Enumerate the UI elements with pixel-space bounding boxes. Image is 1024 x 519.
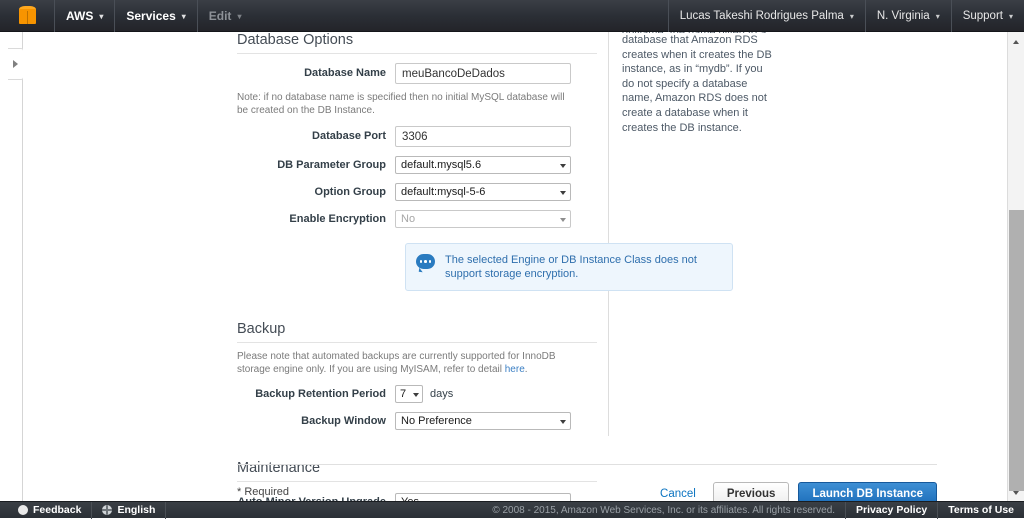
db-parameter-group-value: default.mysql5.6 (401, 159, 481, 171)
chevron-down-icon: ▾ (182, 12, 186, 21)
privacy-policy-link[interactable]: Privacy Policy (845, 502, 937, 519)
chevron-down-icon (560, 164, 566, 168)
nav-account-menu[interactable]: Lucas Takeshi Rodrigues Palma ▾ (668, 0, 865, 32)
backup-retention-row: Backup Retention Period 7 days (237, 385, 597, 403)
copyright-text: © 2008 - 2015, Amazon Web Services, Inc.… (482, 505, 845, 516)
page-scrollbar[interactable] (1007, 32, 1024, 501)
nav-region-label: N. Virginia (877, 10, 930, 22)
database-options-heading: Database Options (237, 32, 597, 54)
chevron-down-icon (560, 218, 566, 222)
help-panel-body: database that Amazon RDS creates when it… (622, 34, 772, 134)
nav-support-menu[interactable]: Support ▾ (951, 0, 1024, 32)
enable-encryption-label: Enable Encryption (237, 213, 395, 226)
database-name-input[interactable] (395, 63, 571, 84)
database-port-row: Database Port (237, 126, 597, 147)
database-name-note: Note: if no database name is specified t… (237, 91, 575, 117)
help-panel-clipped-line: dbName: the name given to a (622, 32, 773, 33)
backup-retention-label: Backup Retention Period (237, 388, 395, 401)
feedback-label: Feedback (33, 504, 81, 516)
nav-edit-menu[interactable]: Edit ▾ (197, 0, 253, 32)
cancel-button[interactable]: Cancel (652, 488, 704, 500)
db-parameter-group-select[interactable]: default.mysql5.6 (395, 156, 571, 174)
sidebar-rail (0, 32, 23, 501)
nav-support-label: Support (963, 10, 1003, 22)
launch-db-instance-button[interactable]: Launch DB Instance (798, 482, 937, 501)
speech-bubble-icon (18, 505, 28, 515)
encryption-callout-text: The selected Engine or DB Instance Class… (445, 253, 722, 281)
actions-divider (237, 464, 937, 465)
chevron-down-icon: ▾ (936, 12, 940, 21)
enable-encryption-row: Enable Encryption No (237, 210, 597, 228)
chevron-down-icon: ▾ (237, 12, 241, 21)
aws-rds-cube-icon (19, 6, 36, 25)
chevron-down-icon: ▾ (99, 12, 103, 21)
scrollbar-thumb[interactable] (1009, 210, 1024, 491)
globe-icon (102, 505, 112, 515)
language-button[interactable]: English (92, 502, 166, 519)
backup-window-label: Backup Window (237, 415, 395, 428)
option-group-value: default:mysql-5-6 (401, 186, 485, 198)
nav-services-menu[interactable]: Services ▾ (114, 0, 196, 32)
database-name-label: Database Name (237, 67, 395, 80)
nav-region-menu[interactable]: N. Virginia ▾ (865, 0, 951, 32)
backup-window-value: No Preference (401, 415, 472, 427)
caret-down-icon (1013, 491, 1019, 495)
chevron-down-icon (560, 420, 566, 424)
nav-aws-menu[interactable]: AWS ▾ (54, 0, 114, 32)
auto-minor-version-select[interactable]: Yes (395, 493, 571, 501)
info-speech-bubble-icon (416, 254, 435, 269)
nav-right-group: Lucas Takeshi Rodrigues Palma ▾ N. Virgi… (668, 0, 1024, 32)
chevron-down-icon (560, 191, 566, 195)
chevron-down-icon: ▾ (850, 12, 854, 21)
nav-edit-label: Edit (209, 9, 232, 23)
backup-retention-value: 7 (400, 388, 406, 400)
option-group-select[interactable]: default:mysql-5-6 (395, 183, 571, 201)
top-navigation-bar: AWS ▾ Services ▾ Edit ▾ Lucas Takeshi Ro… (0, 0, 1024, 32)
required-note: * Required (237, 486, 289, 498)
backup-retention-unit: days (430, 388, 453, 400)
help-panel: dbName: the name given to a database tha… (608, 32, 773, 436)
action-buttons: Cancel Previous Launch DB Instance (652, 482, 937, 501)
backup-window-select[interactable]: No Preference (395, 412, 571, 430)
terms-of-use-link[interactable]: Terms of Use (937, 502, 1024, 519)
db-parameter-group-label: DB Parameter Group (237, 159, 395, 172)
previous-button[interactable]: Previous (713, 482, 790, 501)
aws-logo[interactable] (0, 0, 54, 32)
main-content: dbName: the name given to a database tha… (23, 32, 1001, 501)
chevron-down-icon (413, 393, 419, 397)
help-panel-text: dbName: the name given to a database tha… (622, 32, 773, 135)
nav-services-label: Services (126, 9, 175, 23)
caret-up-icon (1013, 40, 1019, 44)
page-body: dbName: the name given to a database tha… (0, 32, 1024, 518)
auto-minor-version-row: Auto Minor Version Upgrade Yes (237, 493, 597, 501)
backup-retention-select[interactable]: 7 (395, 385, 423, 403)
option-group-label: Option Group (237, 186, 395, 199)
enable-encryption-select: No (395, 210, 571, 228)
scroll-down-button[interactable] (1008, 485, 1024, 501)
option-group-row: Option Group default:mysql-5-6 (237, 183, 597, 201)
form-column: Database Options Database Name Note: if … (237, 32, 597, 501)
bottom-status-bar: Feedback English © 2008 - 2015, Amazon W… (0, 501, 1024, 518)
sidebar-expand-toggle[interactable] (8, 48, 24, 80)
nav-account-label: Lucas Takeshi Rodrigues Palma (680, 10, 844, 22)
encryption-info-callout: The selected Engine or DB Instance Class… (405, 243, 733, 291)
backup-note-after: . (525, 364, 528, 375)
language-label: English (117, 504, 155, 516)
backup-window-row: Backup Window No Preference (237, 412, 597, 430)
nav-aws-label: AWS (66, 9, 93, 23)
database-port-input[interactable] (395, 126, 571, 147)
expand-sidebar-arrow-icon (13, 60, 18, 68)
scroll-up-button[interactable] (1008, 34, 1024, 50)
feedback-button[interactable]: Feedback (0, 502, 92, 519)
backup-heading: Backup (237, 321, 597, 343)
backup-note: Please note that automated backups are c… (237, 350, 575, 376)
database-name-row: Database Name (237, 63, 597, 84)
enable-encryption-value: No (401, 213, 415, 225)
chevron-down-icon: ▾ (1009, 12, 1013, 21)
db-parameter-group-row: DB Parameter Group default.mysql5.6 (237, 156, 597, 174)
database-port-label: Database Port (237, 130, 395, 143)
backup-note-link[interactable]: here (505, 364, 525, 375)
